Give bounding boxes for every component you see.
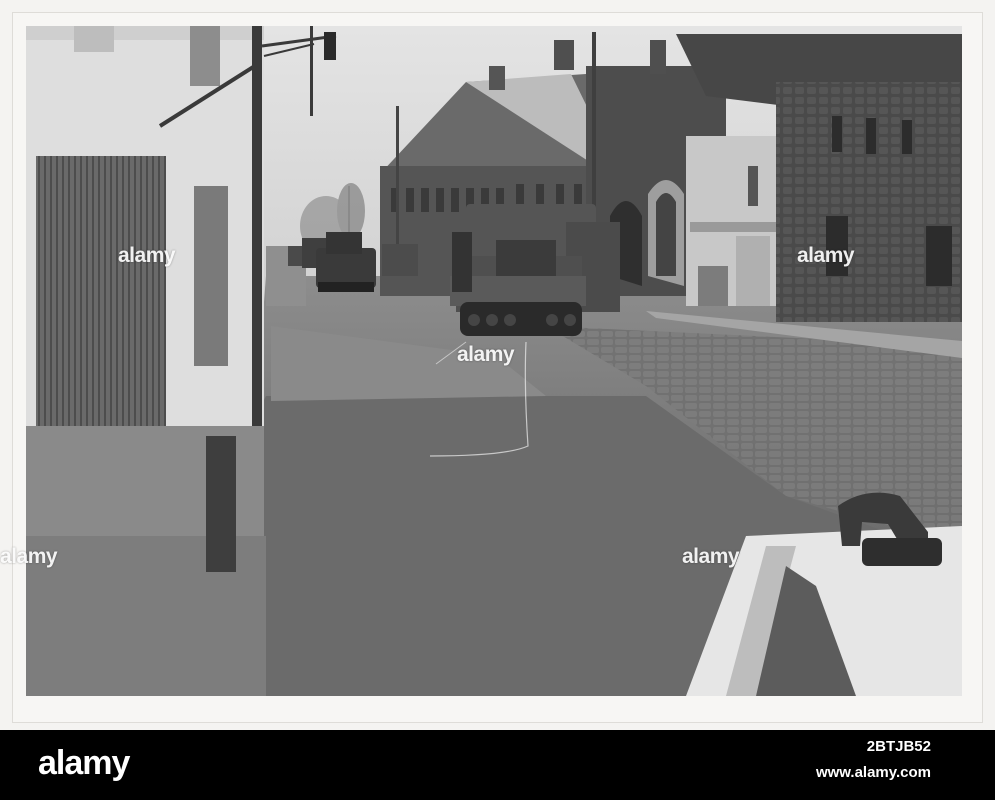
- image-id: 2BTJB52: [866, 738, 931, 755]
- utility-pole: [592, 32, 596, 232]
- footer-bar: alamy 2BTJB52 www.alamy.com: [0, 730, 995, 800]
- bollard: [206, 436, 236, 572]
- white-wall-building: [686, 136, 776, 306]
- street-scene-illustration: [26, 26, 962, 696]
- site-url[interactable]: www.alamy.com: [816, 764, 931, 781]
- wooden-pole: [252, 26, 262, 426]
- soldier: [452, 232, 472, 292]
- utility-pole: [396, 106, 399, 266]
- historical-street-photo: [26, 26, 962, 696]
- photo-frame: alamy alamy alamy alamy alamy: [0, 0, 995, 730]
- truck-distant: [382, 244, 418, 276]
- alamy-logo[interactable]: alamy: [38, 744, 130, 783]
- boarded-window: [194, 186, 228, 366]
- white-building-left: [26, 26, 266, 696]
